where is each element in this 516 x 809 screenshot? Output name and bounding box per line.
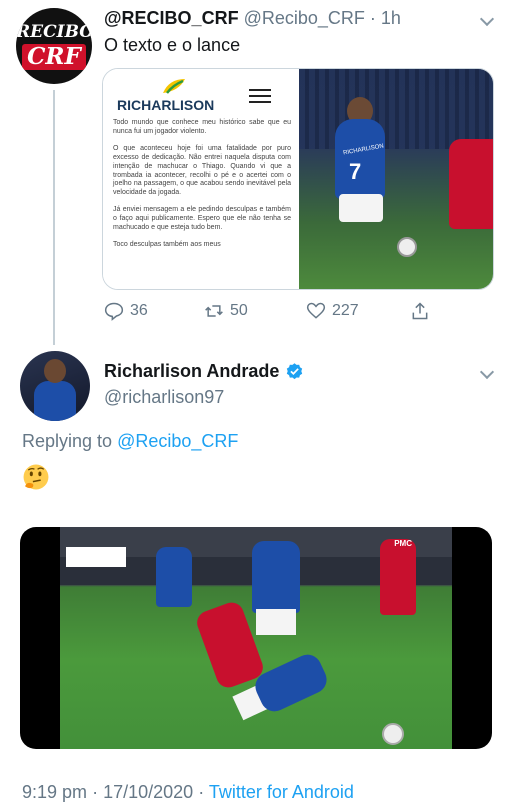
football [397,237,417,257]
tweet-date[interactable]: 17/10/2020 [103,782,193,802]
reply-count: 36 [130,302,148,319]
reply-icon [104,302,124,321]
main-tweet: Richarlison Andrade @richarlison97 Reply… [0,345,516,809]
display-name[interactable]: Richarlison Andrade [104,361,279,382]
author-name[interactable]: Richarlison Andrade [104,361,304,382]
retweet-button[interactable]: 50 [204,301,248,321]
statement-paragraph: Todo mundo que conhece meu histórico sab… [113,119,291,135]
avatar-body [34,381,76,421]
shirt-number: 7 [349,159,362,184]
tweet-video[interactable]: PMC [20,527,492,749]
leaf-icon [163,79,185,94]
retweet-count: 50 [230,302,248,319]
statement-paragraph: Toco desculpas também aos meus [113,240,221,248]
logo-text: RICHARLISON [117,97,215,113]
avatar-logo-top: RECIBO [16,22,92,42]
richarlison-avatar[interactable] [20,351,90,421]
like-button[interactable]: 227 [306,301,359,321]
tweet-time[interactable]: 1h [381,8,401,28]
broadcast-logo: PMC [394,539,412,548]
scoreboard [66,547,126,567]
share-button[interactable] [410,301,430,321]
separator-dot: · [92,782,99,802]
tweet-time[interactable]: 9:19 pm [22,782,87,802]
share-icon [412,302,428,320]
richarlison-logo: RICHARLISON [117,77,217,117]
user-handle[interactable]: @richarlison97 [104,387,224,408]
liverpool-player [380,539,416,615]
reply-button[interactable]: 36 [104,301,148,321]
statement-text: Todo mundo que conhece meu histórico sab… [113,119,291,258]
display-name[interactable]: @RECIBO_CRF [104,8,239,28]
liverpool-player [449,139,493,229]
avatar-logo-bottom: CRF [22,44,86,70]
everton-player [156,547,192,607]
heart-icon [306,302,326,319]
avatar-head [44,359,66,383]
tweet-metadata: 9:19 pm · 17/10/2020 · Twitter for Andro… [22,782,354,803]
thinking-face-icon [23,464,49,490]
verified-badge-icon [287,363,303,380]
statement-paragraph: Já enviei mensagem a ele pedindo desculp… [113,206,291,232]
statement-image: RICHARLISON Todo mundo que conhece meu h… [103,69,299,289]
tweet-text: O texto e o lance [104,35,241,55]
separator-dot: · [369,8,376,28]
match-photo: RICHARLISON 7 [299,69,493,289]
recibo-crf-avatar[interactable]: RECIBO CRF [16,8,92,84]
menu-icon [249,89,271,103]
user-handle[interactable]: @Recibo_CRF [244,8,365,28]
tweet-actions: 36 50 227 [104,301,464,323]
tweet-media[interactable]: RICHARLISON Todo mundo que conhece meu h… [102,68,494,290]
retweet-icon [205,305,223,317]
everton-player [250,650,332,716]
replying-to: Replying to @Recibo_CRF [22,431,238,452]
reply-mention-link[interactable]: @Recibo_CRF [117,431,238,451]
quoted-tweet: RECIBO CRF @RECIBO_CRF @Recibo_CRF · 1h … [0,0,516,345]
video-frame: PMC [60,527,452,749]
thread-connector [53,90,55,345]
player-shorts [256,609,296,635]
chevron-down-icon[interactable] [480,367,494,381]
everton-player [252,541,300,613]
football [382,723,404,745]
player-shorts [339,194,383,222]
replying-prefix: Replying to [22,431,113,451]
stadium-stands [299,69,493,149]
tweet-source-link[interactable]: Twitter for Android [209,782,354,802]
tweet-header: @RECIBO_CRF @Recibo_CRF · 1h [104,8,401,29]
separator-dot: · [198,782,205,802]
like-count: 227 [332,302,359,319]
statement-paragraph: O que aconteceu hoje foi uma fatalidade … [113,144,291,197]
chevron-down-icon[interactable] [480,14,494,28]
